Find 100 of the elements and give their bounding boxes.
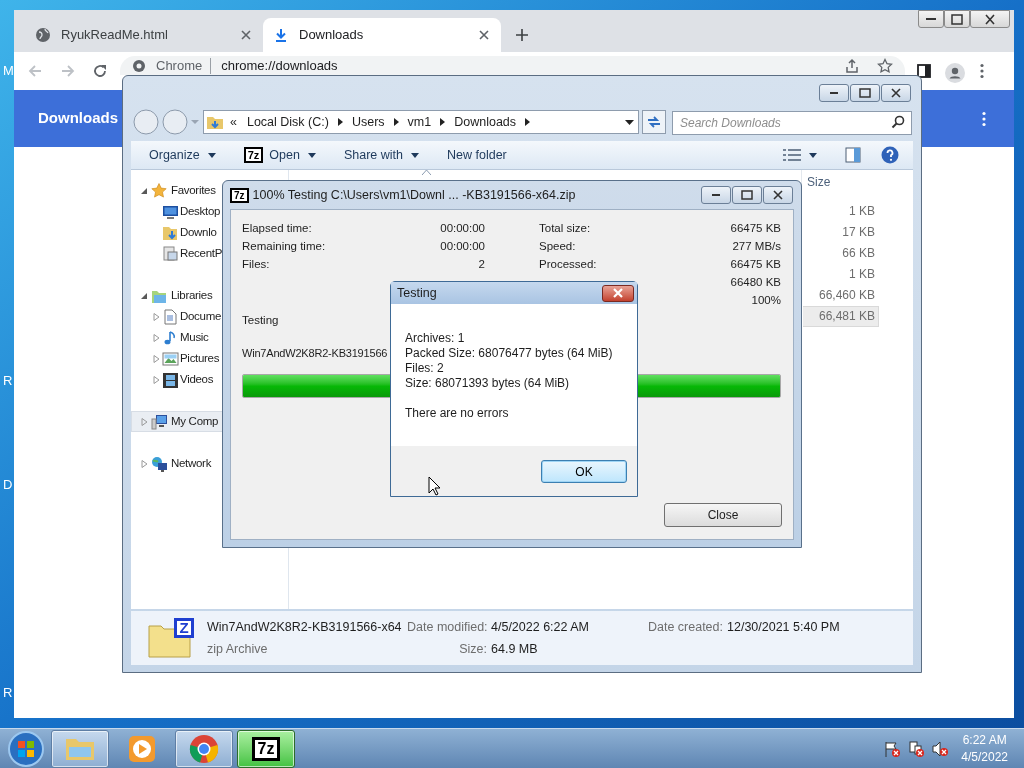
chevron-icon[interactable] <box>525 118 531 126</box>
tree-item[interactable]: My Comp <box>131 411 222 432</box>
breadcrumb-item[interactable]: vm1 <box>407 112 432 132</box>
result-line: Size: 68071393 bytes (64 MiB) <box>405 376 571 391</box>
star-icon[interactable] <box>877 57 893 74</box>
search-field[interactable]: Search Downloads <box>672 111 912 135</box>
ok-button[interactable]: OK <box>541 460 627 483</box>
start-button-icon[interactable] <box>5 729 47 768</box>
minimize-button[interactable] <box>701 186 731 204</box>
chevron-icon[interactable] <box>440 118 446 126</box>
expanded-arrow-icon[interactable] <box>140 291 148 300</box>
size-cell[interactable]: 66,481 KB <box>803 306 879 327</box>
close-icon[interactable] <box>477 28 491 42</box>
browser-tab[interactable]: Downloads <box>263 18 501 52</box>
stat-label: Files: <box>242 257 270 273</box>
minimize-icon <box>711 194 721 196</box>
tree-item[interactable]: Libraries <box>131 285 222 306</box>
chevron-icon[interactable] <box>337 118 343 126</box>
tree-item[interactable]: Docume <box>131 306 222 327</box>
profile-icon[interactable] <box>945 63 965 83</box>
size-cell[interactable]: 66 KB <box>803 243 879 264</box>
toolbar-button[interactable]: Share with <box>343 145 419 165</box>
tree-item[interactable]: Favorites <box>131 180 222 201</box>
share-icon[interactable] <box>844 57 860 74</box>
close-button[interactable] <box>602 284 634 302</box>
expanded-arrow-icon[interactable] <box>140 186 148 195</box>
tree-item[interactable]: Downlo <box>131 222 222 243</box>
tree-item[interactable]: Network <box>131 453 222 474</box>
taskbar-button[interactable] <box>175 729 233 768</box>
breadcrumb-item[interactable]: Downloads <box>454 112 517 132</box>
more-menu-icon[interactable] <box>980 63 984 79</box>
more-menu-icon[interactable] <box>982 110 986 127</box>
size-cell[interactable]: 1 KB <box>803 264 879 285</box>
collapsed-arrow-icon[interactable] <box>152 354 160 363</box>
overflow-chevron[interactable]: « <box>230 112 237 132</box>
search-icon[interactable] <box>891 115 905 129</box>
tree-icon <box>162 308 179 325</box>
close-button[interactable] <box>881 84 911 102</box>
tree-item[interactable]: Music <box>131 327 222 348</box>
caret-icon[interactable] <box>809 152 817 158</box>
taskbar-button[interactable] <box>51 729 109 768</box>
close-icon[interactable] <box>239 28 253 42</box>
maximize-button[interactable] <box>944 10 970 28</box>
toolbar-button[interactable]: New folder <box>447 145 507 165</box>
address-bar[interactable]: Chrome chrome://downloads <box>120 56 905 75</box>
tree-icon <box>162 224 179 241</box>
reload-icon[interactable] <box>92 63 108 79</box>
size-cell[interactable]: 17 KB <box>803 222 879 243</box>
network-icon[interactable] <box>907 739 926 758</box>
property-label: Date modified: <box>407 618 487 636</box>
size-cell[interactable]: 1 KB <box>803 201 879 222</box>
property-label: Date created: <box>646 618 723 636</box>
app-icon: 7z <box>243 147 264 163</box>
taskbar-button[interactable]: 7z <box>237 729 295 768</box>
tree-item[interactable]: Pictures <box>131 348 222 369</box>
site-info-icon[interactable] <box>132 58 146 73</box>
breadcrumb-item[interactable]: Local Disk (C:) <box>246 112 329 132</box>
stat-value: 00:00:00 <box>440 239 485 255</box>
side-panel-icon[interactable] <box>916 63 932 79</box>
tree-item[interactable]: Videos <box>131 369 222 390</box>
new-tab-icon[interactable] <box>515 28 529 42</box>
property-label: Size: <box>458 640 487 658</box>
property-value: 12/30/2021 5:40 PM <box>727 618 840 636</box>
sort-caret-icon[interactable] <box>422 170 431 175</box>
collapsed-arrow-icon[interactable] <box>140 459 148 468</box>
chevron-icon[interactable] <box>393 118 399 126</box>
dropdown-icon[interactable] <box>625 119 634 125</box>
close-button[interactable] <box>763 186 793 204</box>
volume-muted-icon[interactable] <box>931 739 950 758</box>
maximize-button[interactable] <box>850 84 880 102</box>
collapsed-arrow-icon[interactable] <box>152 375 160 384</box>
tree-icon <box>162 245 179 262</box>
result-message: There are no errors <box>405 406 510 421</box>
refresh-button[interactable] <box>642 110 666 134</box>
result-line: Packed Size: 68076477 bytes (64 MiB) <box>405 346 614 361</box>
help-icon[interactable] <box>881 146 899 164</box>
caret-icon <box>307 152 316 158</box>
desktop-icon-label[interactable]: R <box>3 683 13 703</box>
close-button[interactable] <box>970 10 1010 28</box>
desktop-icon-label[interactable]: D <box>3 475 13 495</box>
tree-item[interactable]: RecentP <box>131 243 222 264</box>
minimize-button[interactable] <box>918 10 944 28</box>
size-cell[interactable]: 66,460 KB <box>803 285 879 306</box>
minimize-button[interactable] <box>819 84 849 102</box>
breadcrumb-item[interactable]: Users <box>351 112 385 132</box>
preview-pane-icon[interactable] <box>845 147 861 163</box>
toolbar-button[interactable]: Organize <box>149 145 216 165</box>
close-button[interactable]: Close <box>664 503 782 527</box>
flag-icon[interactable] <box>883 739 902 758</box>
stat-label: Speed: <box>539 239 576 255</box>
close-icon <box>985 13 995 25</box>
maximize-icon <box>951 13 963 25</box>
collapsed-arrow-icon[interactable] <box>152 333 160 342</box>
maximize-button[interactable] <box>732 186 762 204</box>
view-options-icon[interactable] <box>783 149 801 161</box>
tree-item[interactable]: Desktop <box>131 201 222 222</box>
breadcrumb-bar[interactable]: « Local Disk (C:) Users vm1 Downloads <box>203 110 639 134</box>
collapsed-arrow-icon[interactable] <box>152 312 160 321</box>
toolbar-button[interactable]: 7z Open <box>243 145 316 165</box>
window-title: 100% Testing C:\Users\vm1\Downl ... -KB3191566-x64.zip <box>252 186 577 204</box>
